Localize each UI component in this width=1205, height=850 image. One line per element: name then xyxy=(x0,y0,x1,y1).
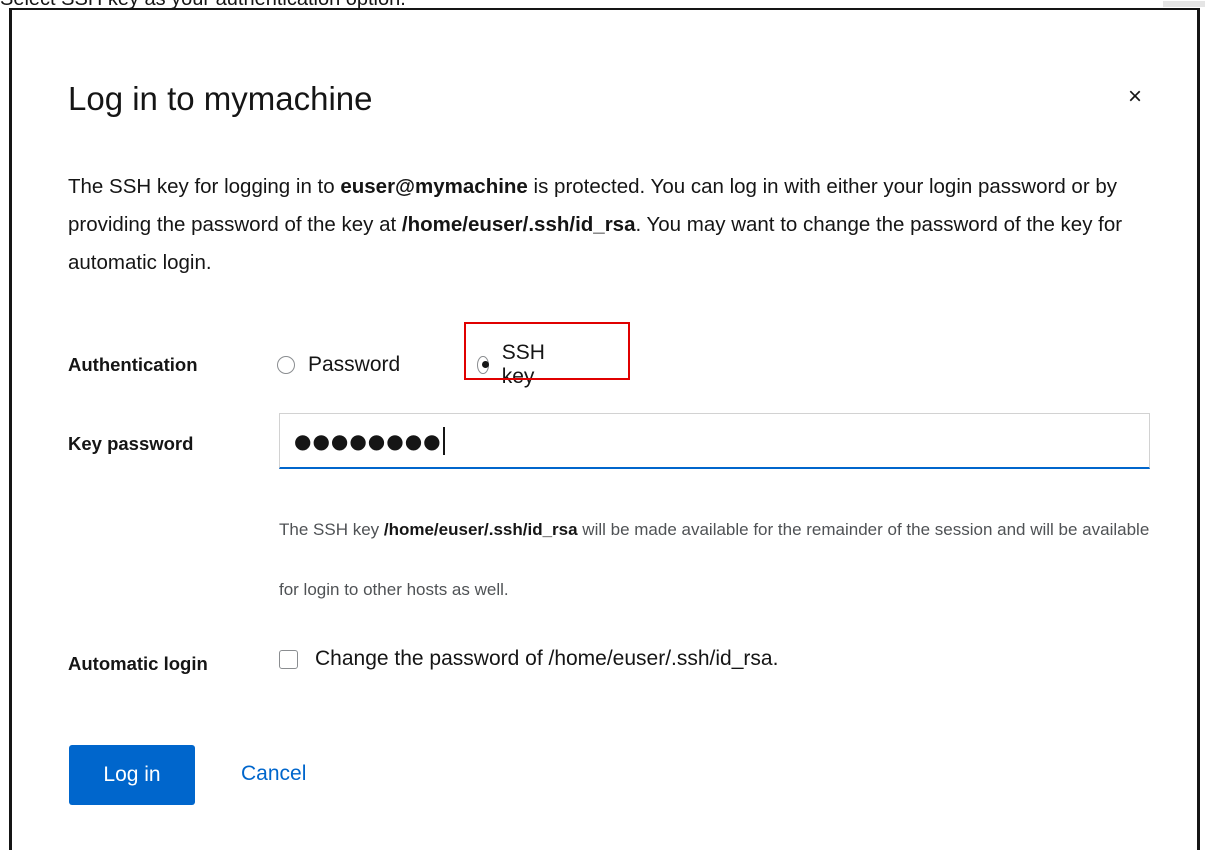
cancel-button[interactable]: Cancel xyxy=(241,762,306,786)
helper-text-1: The SSH key xyxy=(279,520,384,539)
background-fragment xyxy=(1145,0,1205,8)
radio-password[interactable]: Password xyxy=(277,342,400,388)
login-button[interactable]: Log in xyxy=(69,745,195,805)
dialog-title: Log in to mymachine xyxy=(68,80,373,117)
automatic-login-checkbox-label: Change the password of /home/euser/.ssh/… xyxy=(315,647,779,670)
close-button[interactable]: × xyxy=(1121,83,1149,111)
close-icon: × xyxy=(1127,83,1142,110)
description-user-host: euser@mymachine xyxy=(340,175,528,198)
authentication-label: Authentication xyxy=(68,354,198,375)
dialog-description: The SSH key for logging in to euser@myma… xyxy=(68,168,1148,282)
description-key-path: /home/euser/.ssh/id_rsa xyxy=(401,213,636,236)
key-password-helper-text: The SSH key /home/euser/.ssh/id_rsa will… xyxy=(279,500,1159,620)
radio-icon[interactable] xyxy=(277,356,295,374)
radio-password-label: Password xyxy=(308,353,401,376)
automatic-login-checkbox-row[interactable]: Change the password of /home/euser/.ssh/… xyxy=(279,647,778,671)
login-dialog: Log in to mymachine × The SSH key for lo… xyxy=(9,8,1200,850)
page: Select SSH key as your authentication op… xyxy=(0,0,1205,850)
key-password-label: Key password xyxy=(68,433,194,454)
key-password-value: ●●●●●●●● xyxy=(294,428,442,453)
key-password-input[interactable]: ●●●●●●●● xyxy=(279,413,1150,469)
checkbox-icon[interactable] xyxy=(279,649,298,669)
ssh-key-highlight-box xyxy=(464,322,630,380)
automatic-login-label: Automatic login xyxy=(68,653,208,674)
helper-key-path: /home/euser/.ssh/id_rsa xyxy=(383,520,578,539)
text-caret xyxy=(442,426,445,455)
description-text-1: The SSH key for logging in to xyxy=(68,175,341,198)
